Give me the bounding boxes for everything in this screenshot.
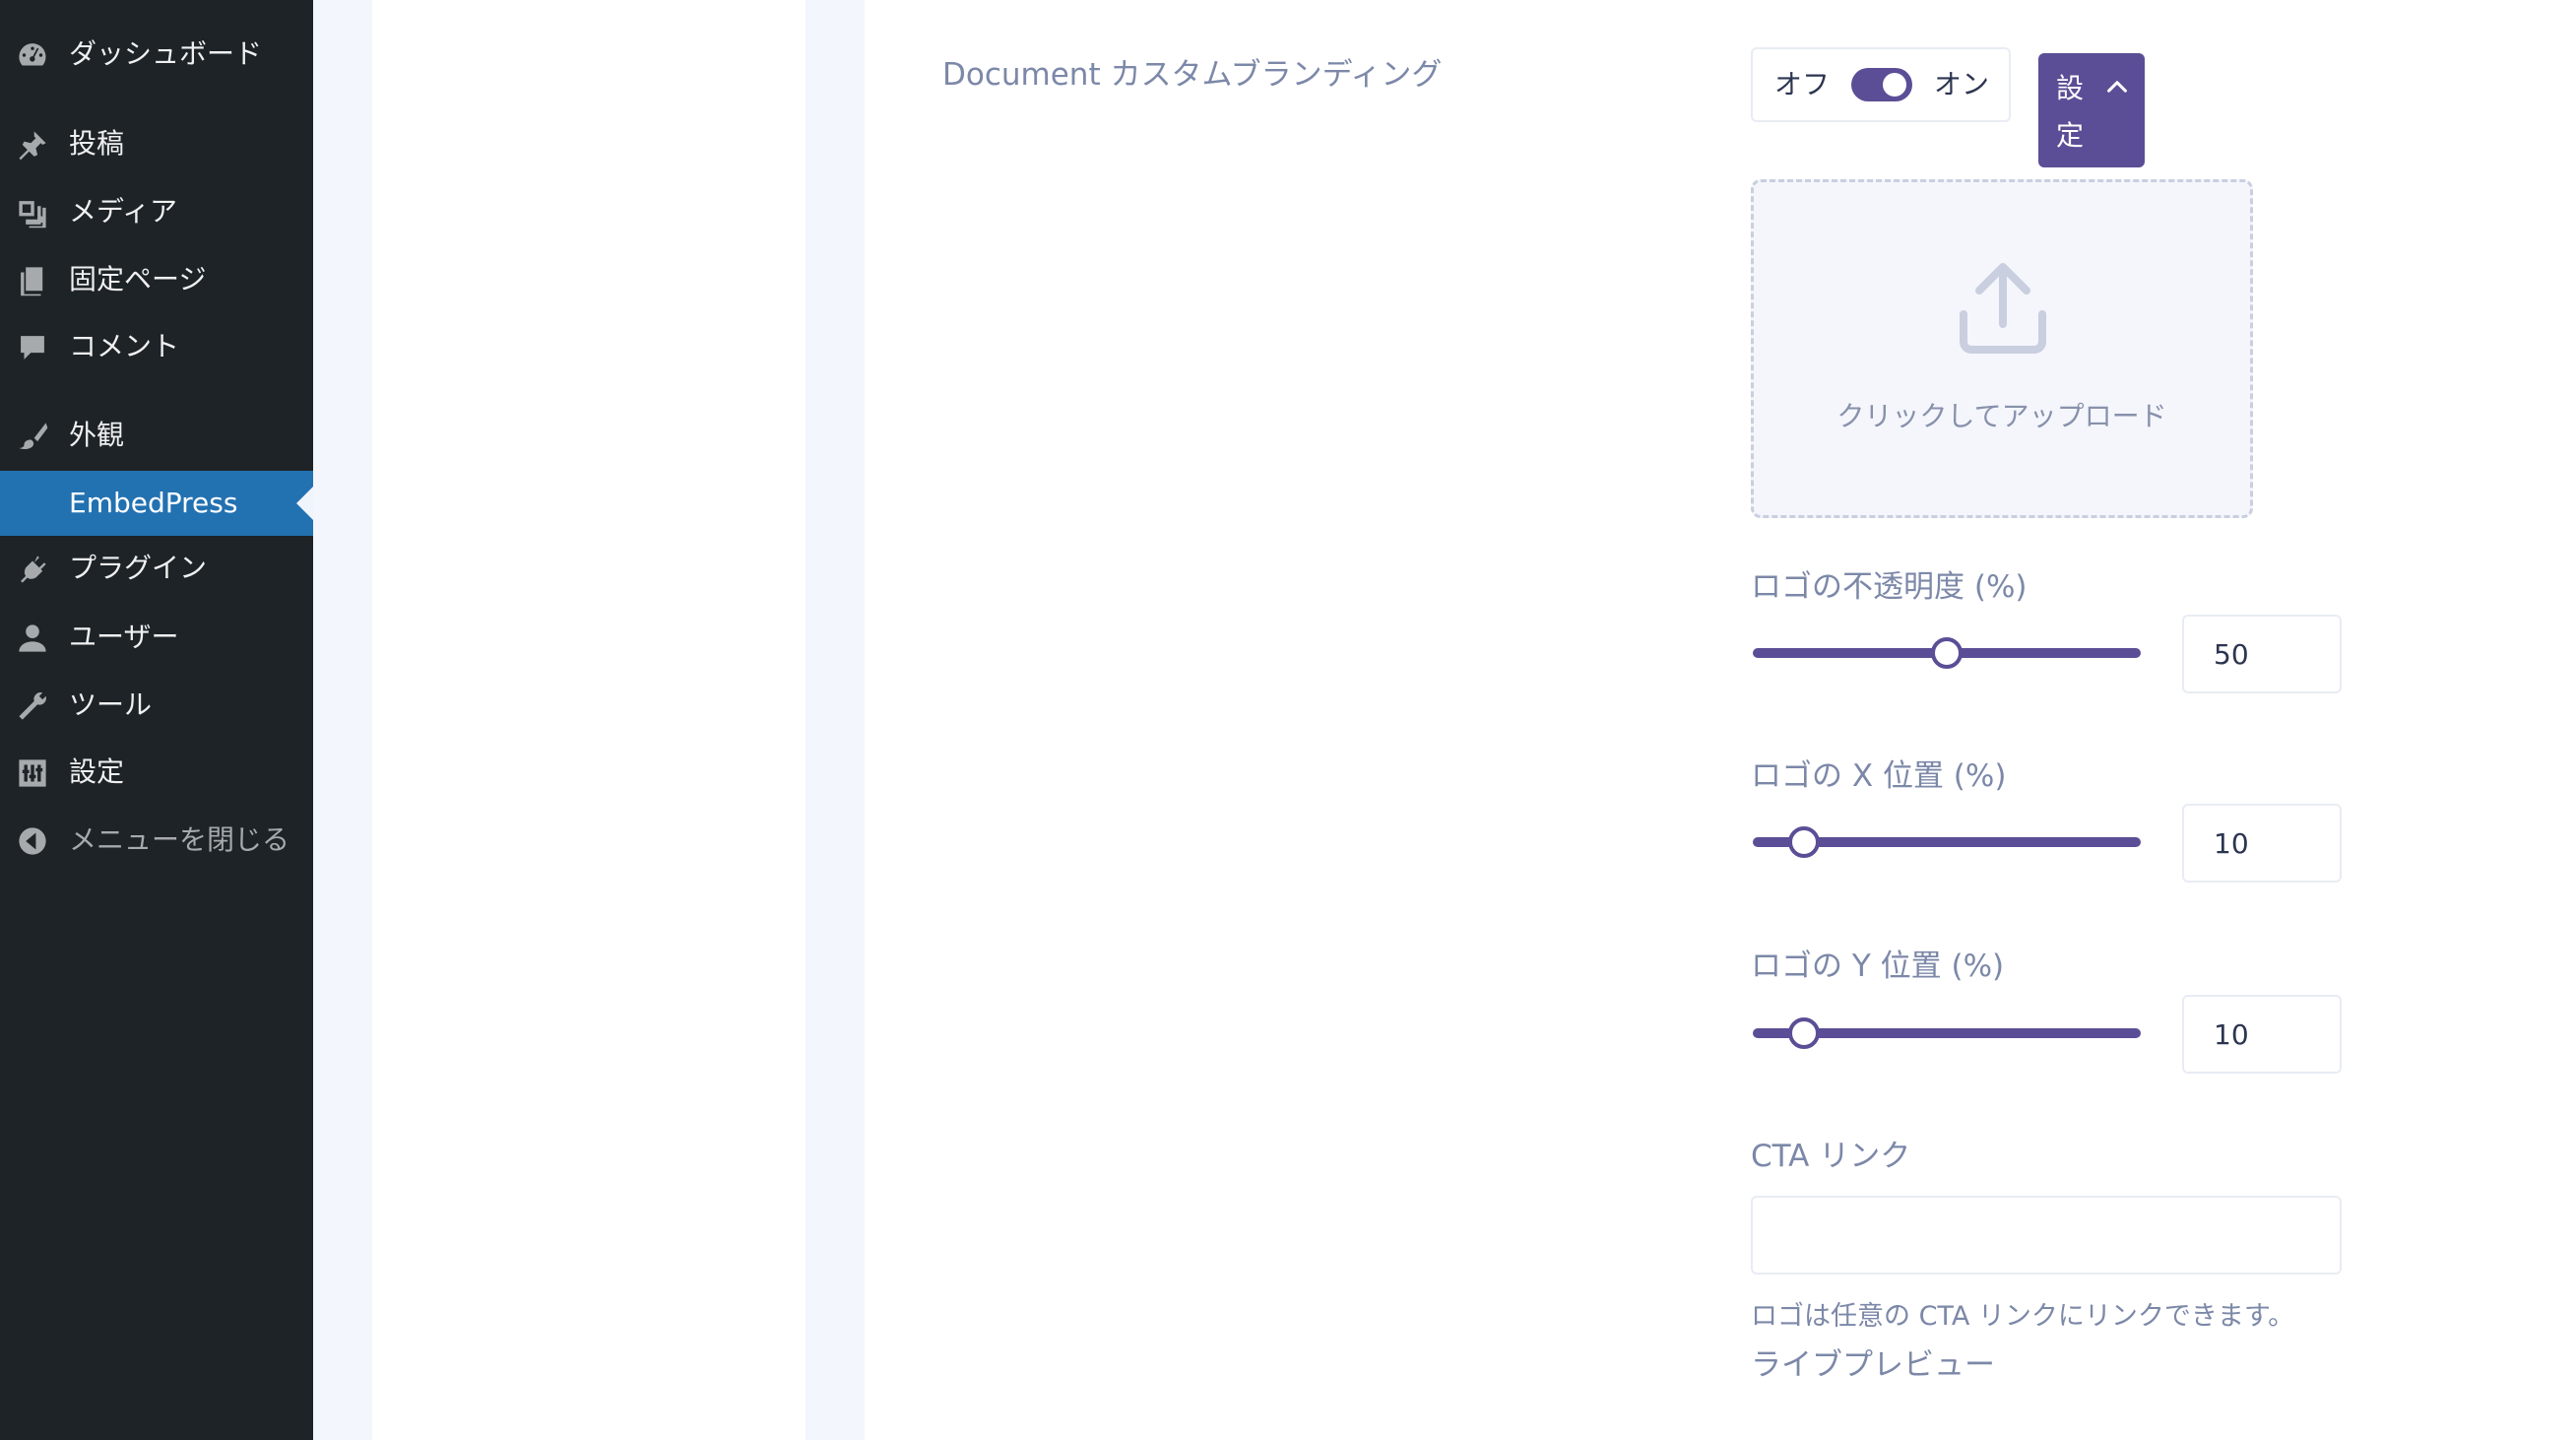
x-position-slider[interactable] — [1753, 822, 2141, 862]
toggle-off-label: オフ — [1774, 68, 1831, 100]
slider-thumb[interactable] — [1788, 826, 1821, 858]
sidebar-item-users[interactable]: ユーザー — [0, 605, 313, 670]
wrench-icon — [16, 689, 49, 723]
cta-link-label: CTA リンク — [1751, 1139, 1911, 1174]
sidebar-item-label: 投稿 — [69, 127, 125, 160]
pushpin-icon — [16, 128, 49, 162]
pages-icon — [16, 264, 49, 297]
collapse-menu-button[interactable]: メニューを閉じる — [0, 808, 313, 873]
sidebar-item-appearance[interactable]: 外観 — [0, 403, 313, 468]
brush-icon — [16, 420, 49, 453]
upload-text: クリックしてアップロード — [1836, 400, 2167, 432]
toggle-knob — [1883, 73, 1906, 97]
sidebar-item-posts[interactable]: 投稿 — [0, 111, 313, 176]
content-gutter-mid — [805, 0, 865, 1440]
sidebar-item-label: EmbedPress — [69, 487, 238, 519]
branding-toggle[interactable]: オフ オン — [1751, 47, 2011, 122]
live-preview-heading: ライブプレビュー — [1751, 1347, 1995, 1383]
y-position-label: ロゴの Y 位置 (%) — [1751, 949, 2005, 984]
sidebar-item-tools[interactable]: ツール — [0, 673, 313, 738]
sidebar-item-label: ユーザー — [69, 621, 179, 653]
sidebar-item-label: コメント — [69, 330, 180, 362]
settings-sliders-icon — [16, 756, 49, 790]
y-position-slider[interactable] — [1753, 1014, 2141, 1053]
sidebar-item-label: 設定 — [69, 755, 125, 788]
sidebar-item-media[interactable]: メディア — [0, 179, 313, 244]
sidebar-item-settings[interactable]: 設定 — [0, 740, 313, 805]
opacity-label: ロゴの不透明度 (%) — [1751, 569, 2028, 605]
toggle-switch[interactable] — [1851, 68, 1912, 101]
cta-link-input[interactable] — [1751, 1196, 2342, 1275]
sidebar-item-label: ダッシュボード — [69, 37, 263, 70]
plugin-icon — [16, 553, 49, 586]
sidebar-item-comments[interactable]: コメント — [0, 314, 313, 379]
upload-icon — [1960, 263, 2046, 354]
toggle-on-label: オン — [1934, 68, 1990, 100]
app-root: ダッシュボード 投稿 メディア 固定ページ コメント 外観 EmbedPress… — [0, 0, 2576, 1440]
dashboard-icon — [16, 38, 49, 72]
chevron-up-icon — [2107, 81, 2127, 93]
section-title: Document カスタムブランディング — [942, 57, 1443, 93]
cta-help-text: ロゴは任意の CTA リンクにリンクできます。 — [1751, 1301, 2295, 1332]
content-gutter-left — [313, 0, 372, 1440]
sidebar-item-pages[interactable]: 固定ページ — [0, 247, 313, 312]
x-position-label: ロゴの X 位置 (%) — [1751, 758, 2007, 794]
settings-button-label: 設定 — [2056, 72, 2085, 152]
settings-nav-column — [372, 0, 805, 1440]
admin-sidebar: ダッシュボード 投稿 メディア 固定ページ コメント 外観 EmbedPress… — [0, 0, 313, 1440]
sidebar-item-embedpress[interactable]: EmbedPress — [0, 471, 313, 536]
collapse-arrow-icon — [16, 824, 49, 858]
slider-thumb[interactable] — [1931, 637, 1963, 669]
user-icon — [16, 622, 49, 655]
opacity-input[interactable] — [2182, 615, 2342, 693]
logo-upload-zone[interactable]: クリックしてアップロード — [1751, 179, 2253, 518]
comment-icon — [16, 331, 49, 364]
sidebar-item-label: プラグイン — [69, 552, 208, 584]
x-position-input[interactable] — [2182, 804, 2342, 883]
settings-button[interactable]: 設定 — [2038, 53, 2145, 167]
sidebar-item-label: 外観 — [69, 419, 125, 451]
slider-thumb[interactable] — [1788, 1017, 1821, 1049]
sidebar-item-dashboard[interactable]: ダッシュボード — [0, 22, 313, 87]
sidebar-item-label: メディア — [69, 195, 178, 228]
media-icon — [16, 196, 49, 229]
sidebar-item-plugins[interactable]: プラグイン — [0, 536, 313, 601]
y-position-input[interactable] — [2182, 995, 2342, 1074]
sidebar-item-label: メニューを閉じる — [69, 823, 290, 856]
sidebar-item-label: ツール — [69, 688, 153, 721]
sidebar-item-label: 固定ページ — [69, 263, 207, 295]
opacity-slider[interactable] — [1753, 633, 2141, 673]
